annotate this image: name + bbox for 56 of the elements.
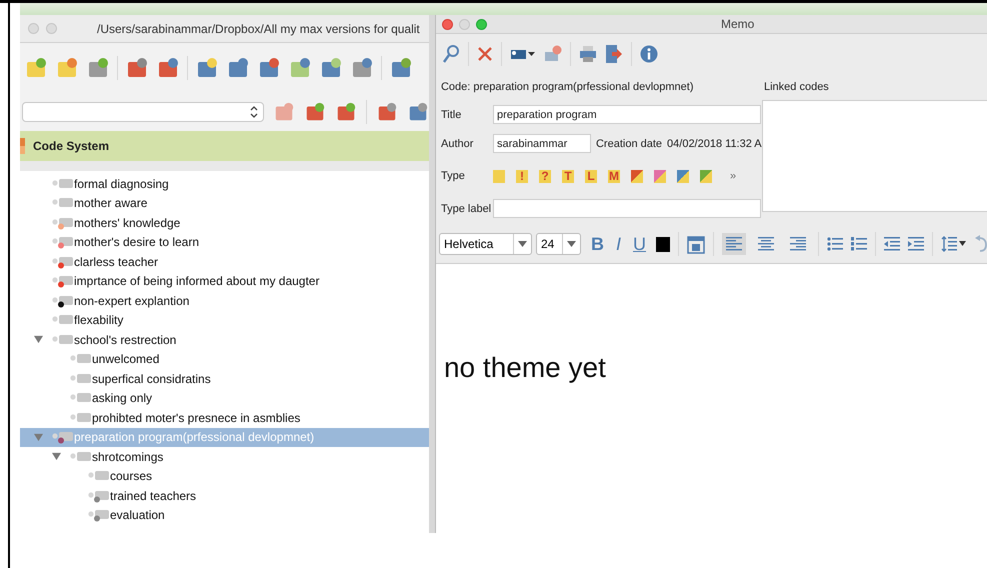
code-label: clarless teacher bbox=[74, 254, 158, 269]
title-field[interactable]: preparation program bbox=[492, 105, 761, 124]
memo-editor[interactable]: no theme yet bbox=[436, 263, 987, 533]
code-label: non-expert explantion bbox=[74, 294, 190, 308]
code-label: unwelcomed bbox=[92, 352, 160, 366]
code-label: formal diagnosing bbox=[74, 176, 169, 191]
tree-item[interactable]: asking only bbox=[20, 388, 430, 408]
more-button[interactable]: » bbox=[730, 170, 736, 182]
text-style-button[interactable]: I bbox=[614, 234, 623, 254]
code-label: school's restrection bbox=[74, 332, 176, 347]
code-label: courses bbox=[110, 469, 152, 484]
type-label: Type bbox=[440, 170, 466, 182]
code-label: shrotcomings bbox=[92, 450, 164, 464]
code-label: mothers' knowledge bbox=[74, 216, 180, 230]
tree-item[interactable]: prohibted moter's presnece in asmblies bbox=[20, 408, 430, 428]
code-label: trained teachers bbox=[110, 488, 196, 503]
text-style-button[interactable]: B bbox=[588, 234, 606, 254]
font-select[interactable]: Helvetica bbox=[438, 233, 532, 255]
author-field[interactable]: sarabinammar bbox=[492, 134, 591, 153]
code-label: flexability bbox=[74, 313, 124, 328]
tree-item[interactable]: flexability bbox=[20, 310, 430, 330]
tree-item[interactable]: mothers' knowledge bbox=[20, 213, 430, 232]
code-name-text: Code: preparation program(prfessional devlopmnet) bbox=[440, 80, 695, 95]
tree-item[interactable]: school's restrection bbox=[20, 330, 430, 350]
code-label: preparation program(prfessional devlopmnet) bbox=[74, 430, 314, 444]
text-style-button[interactable]: U bbox=[631, 234, 648, 254]
type-label-label: Type label bbox=[440, 202, 492, 214]
code-label: superfical considratins bbox=[92, 372, 211, 386]
tree-item[interactable]: courses bbox=[20, 466, 430, 486]
author-label: Author bbox=[440, 138, 474, 150]
window-title: /Users/sarabinammar/Dropbox/All my max versions for qualit bbox=[97, 22, 420, 36]
tree-item[interactable]: clarless teacher bbox=[20, 252, 430, 272]
tree-item[interactable]: trained teachers bbox=[20, 486, 430, 506]
tree-item[interactable]: shrotcomings bbox=[20, 447, 430, 466]
tree-item[interactable]: imprtance of being informed about my daugter bbox=[20, 272, 430, 291]
window-title: Memo bbox=[720, 17, 754, 31]
tree-item[interactable]: non-expert explantion bbox=[20, 291, 430, 310]
code-label: imprtance of being informed about my daugter bbox=[74, 274, 320, 288]
code-label: evaluation bbox=[110, 508, 165, 522]
code-label: prohibted moter's presnece in asmblies bbox=[92, 410, 300, 425]
tree-item[interactable]: evaluation bbox=[20, 506, 430, 525]
tree-item[interactable]: superfical considratins bbox=[20, 369, 430, 388]
tree-item[interactable]: unwelcomed bbox=[20, 350, 430, 369]
tree-item[interactable]: formal diagnosing bbox=[20, 174, 430, 194]
code-label: mother's desire to learn bbox=[74, 235, 200, 250]
code-label: asking only bbox=[92, 391, 152, 406]
creation-date-value: 04/02/2018 11:32 A bbox=[667, 138, 762, 150]
code-label: mother aware bbox=[74, 196, 148, 210]
linked-codes-label: Linked codes bbox=[762, 80, 830, 95]
title-label: Title bbox=[440, 108, 462, 120]
tree-item[interactable]: mother's desire to learn bbox=[20, 232, 430, 252]
creation-date-label: Creation date bbox=[596, 138, 662, 150]
memo-text: no theme yet bbox=[444, 352, 607, 384]
tree-item[interactable]: mother aware bbox=[20, 194, 430, 213]
header-label: Code System bbox=[33, 139, 110, 153]
size-select[interactable]: 24 bbox=[536, 233, 581, 255]
